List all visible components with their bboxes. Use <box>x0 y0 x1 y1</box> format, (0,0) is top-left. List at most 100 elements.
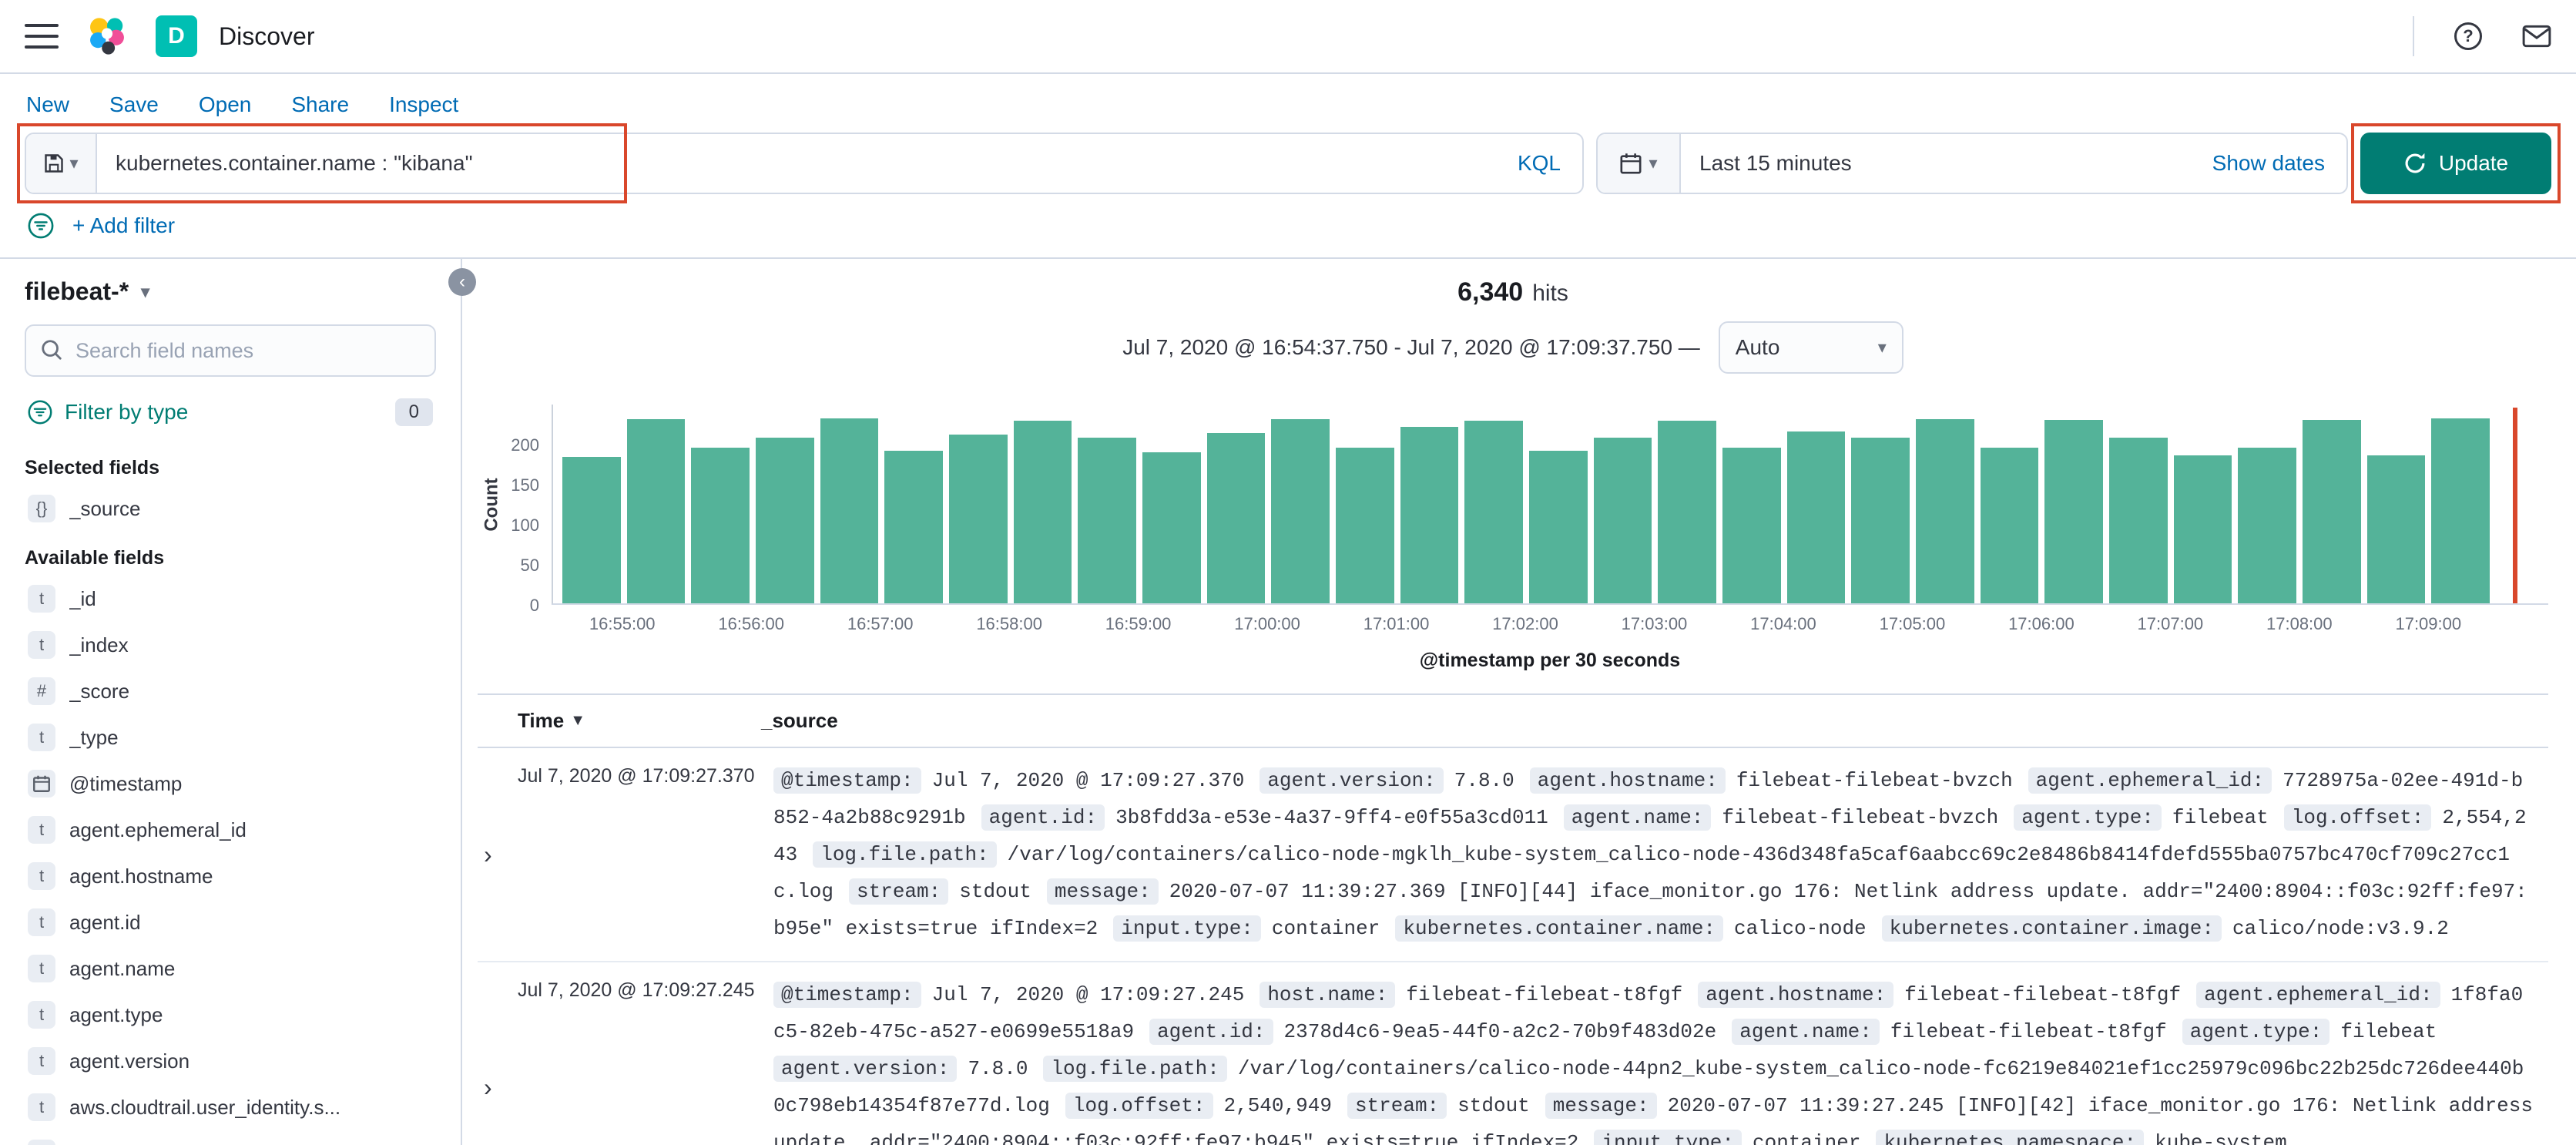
sidebar-field-item[interactable]: {} _source <box>25 485 436 532</box>
sidebar-field-item[interactable]: t agent.hostname <box>25 853 436 899</box>
sidebar-field-item[interactable]: # _score <box>25 668 436 714</box>
histogram-bar[interactable] <box>2238 447 2297 603</box>
date-picker-calendar-button[interactable]: ▾ <box>1598 134 1681 193</box>
histogram-bar[interactable] <box>2303 419 2361 603</box>
refresh-icon <box>2405 153 2425 173</box>
histogram-bar[interactable] <box>756 438 814 603</box>
interval-select[interactable]: Auto ▾ <box>1718 321 1903 374</box>
x-axis-tick-label: 16:55:00 <box>589 614 656 633</box>
histogram-bar[interactable] <box>1271 418 1330 603</box>
field-type-icon: t <box>28 1140 55 1145</box>
page-title: Discover <box>219 22 315 50</box>
sidebar-field-item[interactable]: t agent.id <box>25 899 436 945</box>
sort-descending-icon: ▼ <box>570 712 586 729</box>
kql-button[interactable]: KQL <box>1496 134 1582 193</box>
index-pattern-switcher[interactable]: filebeat-* ▾ <box>25 274 436 324</box>
save-button[interactable]: Save <box>109 92 159 117</box>
filter-by-type-button[interactable]: Filter by type <box>28 400 188 425</box>
menu-icon[interactable] <box>25 24 59 49</box>
x-axis-tick-label: 16:59:00 <box>1105 614 1172 633</box>
discover-content: ‹ filebeat-* ▾ Filter by type 0 Selected <box>0 259 2576 1145</box>
sidebar-field-item[interactable]: t _type <box>25 714 436 761</box>
time-range-label[interactable]: Last 15 minutes <box>1681 151 1870 176</box>
saved-query-menu-button[interactable]: ▾ <box>26 134 97 193</box>
histogram-bar[interactable] <box>1336 447 1394 603</box>
histogram-bar[interactable] <box>1658 420 1717 603</box>
sidebar-field-item[interactable]: t _id <box>25 576 436 622</box>
histogram-bar[interactable] <box>1980 447 2039 603</box>
inspect-button[interactable]: Inspect <box>389 92 458 117</box>
histogram-bar[interactable] <box>820 418 879 603</box>
add-filter-button[interactable]: + Add filter <box>72 213 175 238</box>
filter-in-circle-icon[interactable] <box>28 213 54 239</box>
time-column-header[interactable]: Time ▼ <box>518 709 761 733</box>
open-button[interactable]: Open <box>199 92 252 117</box>
histogram-bar[interactable] <box>949 435 1008 603</box>
update-button[interactable]: Update <box>2360 133 2551 194</box>
row-timestamp: Jul 7, 2020 @ 17:09:27.370 <box>518 765 755 787</box>
new-button[interactable]: New <box>26 92 69 117</box>
elastic-logo[interactable] <box>86 15 128 57</box>
source-field-name: stream: <box>1347 1093 1447 1119</box>
histogram-bar[interactable] <box>1142 452 1201 603</box>
x-axis-tick-label: 17:01:00 <box>1363 614 1430 633</box>
histogram-bar[interactable] <box>1400 426 1459 603</box>
filter-bar: + Add filter <box>0 207 2576 259</box>
histogram-bar[interactable] <box>1464 420 1524 603</box>
search-field-names-input[interactable] <box>25 324 436 377</box>
sidebar-field-item[interactable]: @timestamp <box>25 761 436 807</box>
histogram-bar[interactable] <box>626 418 686 603</box>
field-type-icon: t <box>28 724 55 751</box>
histogram-bar[interactable] <box>1529 450 1588 603</box>
share-button[interactable]: Share <box>291 92 349 117</box>
source-field-name: host.name: <box>1259 982 1396 1008</box>
histogram-bar[interactable] <box>1593 438 1652 603</box>
show-dates-button[interactable]: Show dates <box>2191 151 2346 176</box>
histogram-chart: Count 0 50 100 150 200 <box>478 405 2548 615</box>
source-field-value: 2378d4c6-9ea5-44f0-a2c2-70b9f483d02e <box>1283 1020 1717 1043</box>
histogram-bar[interactable] <box>2044 419 2104 603</box>
histogram-bar[interactable] <box>1013 420 1072 603</box>
help-icon[interactable]: ? <box>2454 22 2482 50</box>
expand-row-button[interactable]: › <box>478 976 518 1145</box>
histogram-bar[interactable] <box>2173 455 2232 603</box>
field-name: agent.name <box>69 956 176 980</box>
chevron-down-icon: ▾ <box>1649 153 1658 173</box>
histogram-bar[interactable] <box>1916 418 1974 603</box>
query-input[interactable] <box>97 134 1496 193</box>
histogram-bar[interactable] <box>2431 418 2490 603</box>
field-type-icon: t <box>28 955 55 982</box>
x-axis-title: @timestamp per 30 seconds <box>1419 650 1681 671</box>
expand-row-button[interactable]: › <box>478 762 518 947</box>
source-field-name: agent.name: <box>1563 804 1712 831</box>
histogram-plot[interactable] <box>552 405 2548 605</box>
histogram-bar[interactable] <box>1851 438 1910 603</box>
newsfeed-mail-icon[interactable] <box>2522 25 2551 48</box>
histogram-bar[interactable] <box>1078 438 1137 603</box>
histogram-bar[interactable] <box>562 457 621 603</box>
y-axis-tick-label: 50 <box>520 556 539 575</box>
collapse-sidebar-button[interactable]: ‹ <box>448 268 476 296</box>
histogram-bar[interactable] <box>884 450 944 603</box>
sidebar-field-item[interactable]: t agent.ephemeral_id <box>25 807 436 853</box>
y-axis-tick-label: 150 <box>511 475 539 495</box>
discover-app-icon: D <box>156 15 197 57</box>
sidebar-field-item[interactable]: t azure.auditlogs.properties.ac... <box>25 1130 436 1145</box>
sidebar-field-item[interactable]: t agent.version <box>25 1038 436 1084</box>
sidebar-field-item[interactable]: t _index <box>25 622 436 668</box>
histogram-bar[interactable] <box>1786 431 1846 603</box>
source-field-name: kubernetes.container.name: <box>1395 915 1724 942</box>
sidebar-field-item[interactable]: t aws.cloudtrail.user_identity.s... <box>25 1084 436 1130</box>
source-field-name: message: <box>1545 1093 1657 1119</box>
histogram-bar[interactable] <box>1206 433 1266 603</box>
table-header-row: Time ▼ _source <box>478 693 2548 748</box>
histogram-bar[interactable] <box>2366 455 2426 603</box>
histogram-bar[interactable] <box>1722 447 1781 603</box>
field-type-icon: t <box>28 1047 55 1075</box>
field-name: azure.auditlogs.properties.ac... <box>69 1142 344 1145</box>
sidebar-field-item[interactable]: t agent.type <box>25 992 436 1038</box>
histogram-bar[interactable] <box>2109 438 2168 603</box>
histogram-bar[interactable] <box>691 447 750 603</box>
x-axis-tick-label: 16:57:00 <box>847 614 914 633</box>
sidebar-field-item[interactable]: t agent.name <box>25 945 436 992</box>
